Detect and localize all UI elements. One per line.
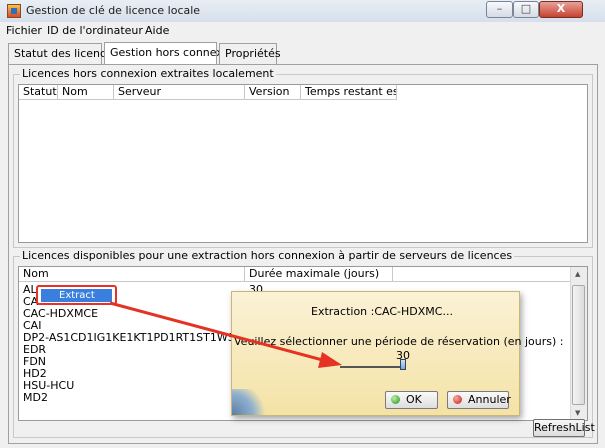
reservation-slider-thumb[interactable] — [400, 359, 406, 370]
tab-gestion-hors-connexion[interactable]: Gestion hors connexion — [104, 42, 240, 65]
dialog-corner-decoration — [232, 389, 272, 415]
menu-id-ordinateur[interactable]: ID de l'ordinateur — [47, 24, 143, 37]
close-button[interactable]: X — [539, 1, 583, 18]
tab-statut-licences[interactable]: Statut des licences — [8, 43, 119, 64]
list-scrollbar[interactable]: ▲ ▼ — [570, 267, 587, 420]
extracted-licences-list[interactable]: Statut Nom Serveur Version Temps restant… — [18, 84, 588, 243]
menu-aide[interactable]: Aide — [145, 24, 169, 37]
ok-icon — [391, 395, 400, 404]
tab-label: Propriétés — [225, 47, 281, 60]
scroll-down-icon[interactable]: ▼ — [575, 409, 580, 417]
column-header-nom[interactable]: Nom — [58, 85, 114, 100]
title-bar[interactable]: Gestion de clé de licence locale – □ X — [0, 0, 605, 23]
column-header-nom[interactable]: Nom — [19, 267, 245, 282]
column-header-statut[interactable]: Statut — [19, 85, 58, 100]
column-header-temps-restant[interactable]: Temps restant esti... — [301, 85, 397, 100]
minimize-button[interactable]: – — [486, 1, 513, 18]
ok-label: OK — [406, 393, 422, 406]
menu-fichier[interactable]: Fichier — [6, 24, 42, 37]
maximize-button[interactable]: □ — [513, 1, 539, 18]
ok-button[interactable]: OK — [385, 391, 438, 409]
list-item[interactable]: MD2 — [23, 391, 48, 404]
refresh-list-button[interactable]: RefreshList — [533, 419, 595, 437]
cancel-icon — [453, 395, 462, 404]
window-title: Gestion de clé de licence locale — [26, 4, 201, 17]
column-header-version[interactable]: Version — [245, 85, 301, 100]
context-menu-extract[interactable]: Extract — [41, 289, 112, 302]
cancel-label: Annuler — [468, 393, 511, 406]
column-header-empty — [393, 267, 573, 282]
group-label: Licences disponibles pour une extraction… — [20, 249, 515, 262]
menu-bar: Fichier ID de l'ordinateur Aide — [0, 22, 605, 39]
context-menu: Extract — [36, 285, 117, 305]
column-header-serveur[interactable]: Serveur — [114, 85, 245, 100]
dialog-prompt: Veuillez sélectionner une période de rés… — [234, 335, 564, 348]
app-icon — [7, 4, 21, 18]
close-icon: X — [556, 2, 566, 15]
list-item[interactable]: DP2-AS1CD1IG1KE1KT1PD1RT1ST1WS1 — [23, 331, 242, 344]
minimize-icon: – — [496, 2, 503, 15]
tab-label: Statut des licences — [14, 47, 119, 60]
group-label: Licences hors connexion extraites locale… — [20, 67, 276, 80]
cancel-button[interactable]: Annuler — [447, 391, 511, 409]
extracted-licences-group: Licences hors connexion extraites locale… — [13, 67, 593, 248]
column-header-duree[interactable]: Durée maximale (jours) — [245, 267, 393, 282]
tab-proprietes[interactable]: Propriétés — [219, 43, 281, 64]
maximize-icon: □ — [520, 2, 532, 15]
extraction-dialog: Extraction :CAC-HDXMC... Veuillez sélect… — [231, 291, 564, 416]
dialog-title: Extraction :CAC-HDXMC... — [311, 305, 453, 318]
scrollbar-thumb[interactable] — [572, 285, 585, 405]
scroll-up-icon[interactable]: ▲ — [575, 270, 580, 278]
reservation-slider-track[interactable] — [340, 366, 406, 368]
